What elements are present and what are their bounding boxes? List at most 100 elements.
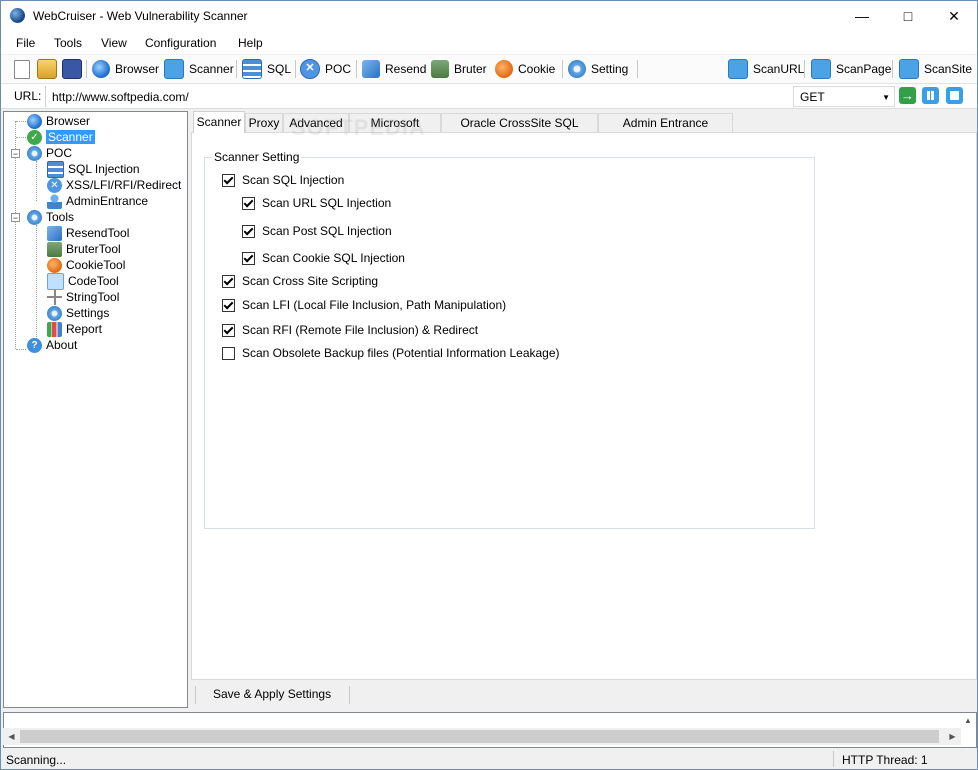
tree-label: Settings <box>66 306 110 320</box>
scan-rfi-checkbox[interactable]: Scan RFI (Remote File Inclusion) & Redir… <box>222 323 478 337</box>
maximize-button[interactable]: □ <box>885 1 931 32</box>
tree-line <box>16 349 26 350</box>
browser-button[interactable]: Browser <box>92 59 159 79</box>
tree-item-resend-tool[interactable]: ResendTool <box>47 225 129 241</box>
scan-cookie-sql-injection-checkbox[interactable]: Scan Cookie SQL Injection <box>242 251 405 265</box>
scan-site-button[interactable]: ScanSite <box>899 59 972 79</box>
url-label: URL: <box>14 89 42 103</box>
save-button[interactable] <box>62 59 87 79</box>
poc-button[interactable]: ✕ POC <box>300 59 351 79</box>
url-input[interactable] <box>45 86 794 107</box>
scan-page-button[interactable]: ScanPage <box>811 59 891 79</box>
tab-admin-entrance-dictionary[interactable]: Admin Entrance Dictionary <box>598 113 733 149</box>
menu-help[interactable]: Help <box>238 36 263 50</box>
tree-label: Scanner <box>46 130 95 144</box>
menu-configuration[interactable]: Configuration <box>145 36 216 50</box>
cookie-icon <box>47 257 62 273</box>
stop-button[interactable] <box>946 87 963 104</box>
tree-label: ResendTool <box>66 226 130 240</box>
tab-scanner[interactable]: Scanner <box>193 111 245 133</box>
tab-proxy[interactable]: Proxy <box>245 113 283 132</box>
menu-bar: File Tools View Configuration Help <box>1 32 977 54</box>
tree-item-code-tool[interactable]: CodeTool <box>47 272 119 290</box>
tree-item-scanner[interactable]: ✓ Scanner <box>27 129 95 145</box>
scan-sql-injection-checkbox[interactable]: Scan SQL Injection <box>222 173 344 187</box>
bruter-label: Bruter <box>454 62 487 76</box>
scan-obsolete-backup-checkbox[interactable]: Scan Obsolete Backup files (Potential In… <box>222 346 560 360</box>
tree-line <box>36 225 37 345</box>
toolbar-separator <box>892 60 893 78</box>
close-button[interactable]: ✕ <box>931 1 977 32</box>
checkbox-label: Scan Post SQL Injection <box>262 224 392 238</box>
checkbox-label: Scan SQL Injection <box>242 173 345 187</box>
cookie-button[interactable]: Cookie <box>495 59 555 79</box>
scanner-tab-page: Scanner Setting Scan SQL Injection Scan … <box>191 132 977 680</box>
tree-line <box>16 121 26 122</box>
collapse-toggle[interactable]: − <box>11 149 20 159</box>
scan-site-label: ScanSite <box>924 62 973 76</box>
new-file-icon <box>14 59 30 79</box>
browser-icon <box>27 113 42 129</box>
checkbox-box <box>222 346 235 360</box>
checkbox-box <box>242 251 255 265</box>
method-select[interactable]: GET ▼ <box>793 86 895 107</box>
menu-view[interactable]: View <box>101 36 127 50</box>
tree-item-settings[interactable]: Settings <box>47 305 109 321</box>
scrollbar-thumb[interactable] <box>20 730 939 743</box>
scan-url-sql-injection-checkbox[interactable]: Scan URL SQL Injection <box>242 196 391 210</box>
menu-file[interactable]: File <box>16 36 35 50</box>
tree-item-admin-entrance[interactable]: AdminEntrance <box>47 193 148 209</box>
main-panel: Scanner Proxy Advanced Microsoft Access … <box>191 111 977 711</box>
tree-item-report[interactable]: Report <box>47 321 102 337</box>
resend-label: Resend <box>385 62 427 76</box>
tree-item-poc[interactable]: POC <box>27 145 72 161</box>
bruter-icon <box>47 241 62 257</box>
tree-item-tools[interactable]: Tools <box>27 209 74 225</box>
bruter-icon <box>431 60 449 78</box>
setting-button[interactable]: Setting <box>568 59 628 79</box>
tree-item-about[interactable]: ? About <box>27 337 77 353</box>
chevron-down-icon: ▼ <box>882 93 890 102</box>
gear-icon <box>27 209 42 225</box>
xss-icon: ✕ <box>47 177 62 193</box>
checkbox-label: Scan Obsolete Backup files (Potential In… <box>242 346 560 360</box>
tree-item-browser[interactable]: Browser <box>27 113 90 129</box>
tree-item-sql-injection[interactable]: SQL Injection <box>47 160 140 178</box>
tree-item-bruter-tool[interactable]: BruterTool <box>47 241 121 257</box>
minimize-button[interactable]: — <box>839 1 885 32</box>
code-icon <box>47 272 64 290</box>
new-button[interactable] <box>14 59 35 79</box>
menu-tools[interactable]: Tools <box>54 36 82 50</box>
scan-lfi-checkbox[interactable]: Scan LFI (Local File Inclusion, Path Man… <box>222 298 506 312</box>
tree-line <box>16 137 26 138</box>
tree-item-xss[interactable]: ✕ XSS/LFI/RFI/Redirect <box>47 177 181 193</box>
save-apply-settings-button[interactable]: Save & Apply Settings <box>213 687 331 701</box>
tree-item-cookie-tool[interactable]: CookieTool <box>47 257 125 273</box>
gear-icon <box>27 145 42 161</box>
go-button[interactable]: → <box>899 87 916 104</box>
pause-button[interactable] <box>922 87 939 104</box>
scan-url-label: ScanURL <box>753 62 805 76</box>
collapse-toggle[interactable]: − <box>11 213 20 223</box>
scanner-button[interactable]: Scanner <box>164 59 234 79</box>
horizontal-scrollbar[interactable]: ◀ ▶ <box>3 728 961 745</box>
method-value: GET <box>800 90 825 104</box>
scroll-left-icon[interactable]: ◀ <box>3 728 20 745</box>
sql-icon <box>47 160 64 178</box>
bruter-button[interactable]: Bruter <box>431 59 487 79</box>
tab-oracle-crosssite[interactable]: Oracle CrossSite SQL Injection <box>441 113 598 149</box>
scan-xss-checkbox[interactable]: Scan Cross Site Scripting <box>222 274 378 288</box>
scroll-up-icon[interactable]: ▲ <box>961 713 975 729</box>
scroll-right-icon[interactable]: ▶ <box>944 728 961 745</box>
scan-url-button[interactable]: ScanURL <box>728 59 804 79</box>
scanner-setting-group: Scanner Setting Scan SQL Injection Scan … <box>204 150 815 529</box>
resend-button[interactable]: Resend <box>362 59 426 79</box>
scan-post-sql-injection-checkbox[interactable]: Scan Post SQL Injection <box>242 224 392 238</box>
tree-line <box>36 161 37 201</box>
string-icon <box>47 289 62 305</box>
sql-button[interactable]: SQL <box>242 59 291 79</box>
tree-label: SQL Injection <box>68 162 140 176</box>
open-button[interactable] <box>37 59 62 79</box>
tree-label: POC <box>46 146 73 160</box>
tree-item-string-tool[interactable]: StringTool <box>47 289 119 305</box>
